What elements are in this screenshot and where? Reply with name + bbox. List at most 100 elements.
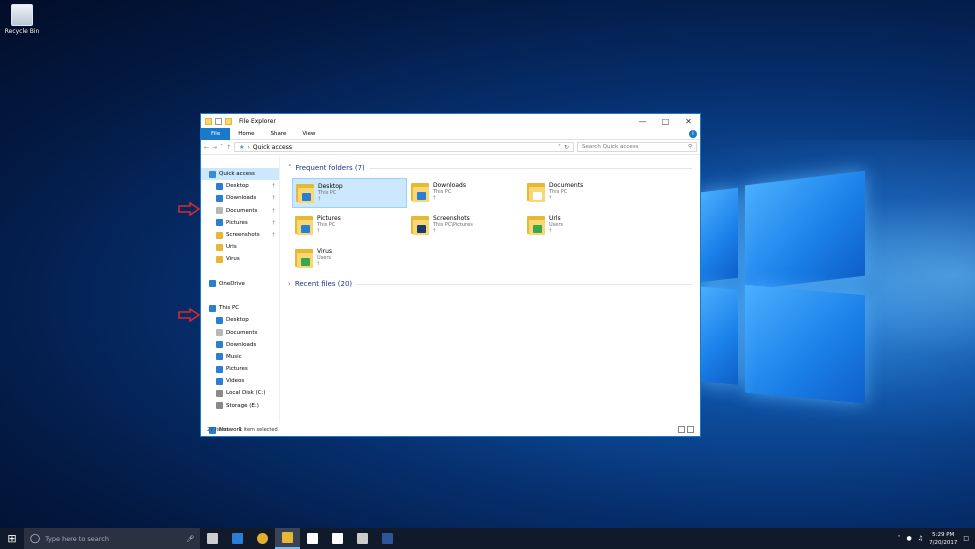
pin-icon: †	[272, 219, 276, 226]
folder-tile[interactable]: Virus Users †	[292, 244, 407, 274]
recent-locations-icon[interactable]: ˅	[220, 144, 223, 151]
nav-item[interactable]: This PC	[201, 302, 279, 314]
folder-tile[interactable]: Urls Users †	[524, 211, 639, 241]
nav-item[interactable]: Desktop †	[201, 180, 279, 192]
group-title: Recent files (20)	[294, 280, 353, 288]
properties-icon[interactable]	[215, 117, 222, 125]
network-icon[interactable]: ●	[906, 535, 911, 542]
folder-name: Virus	[317, 248, 333, 255]
nav-item[interactable]: Quick access	[201, 168, 279, 181]
address-bar[interactable]: ★ › Quick access ˅ ↻	[234, 142, 574, 152]
nav-item-label: Downloads	[226, 195, 257, 202]
red-arrow-icon	[178, 202, 200, 216]
chrome-taskbar-button[interactable]	[250, 528, 275, 549]
drive-icon	[216, 389, 223, 397]
content-pane[interactable]: ˅ Frequent folders (7) Desktop This PC † Do…	[280, 157, 700, 423]
folder-icon	[295, 246, 313, 268]
new-folder-icon[interactable]	[225, 117, 232, 125]
folder-icon	[216, 243, 223, 251]
title-bar[interactable]: File Explorer — □ ✕	[201, 114, 700, 128]
volume-icon[interactable]: ♫	[918, 535, 923, 542]
folder-tile[interactable]: Downloads This PC †	[408, 178, 523, 208]
taskbar-search-input[interactable]: ◯ Type here to search 🎤︎	[24, 528, 200, 549]
breadcrumb[interactable]: Quick access	[253, 144, 292, 151]
status-bar: 27 items 1 item selected	[201, 423, 700, 436]
notifications-icon[interactable]: □	[963, 535, 969, 542]
clock[interactable]: 5:29 PM 7/20/2017	[929, 531, 957, 547]
nav-item[interactable]: OneDrive	[201, 278, 279, 290]
maximize-icon[interactable]: □	[654, 114, 677, 128]
group-title: Frequent folders (7)	[295, 164, 365, 172]
help-icon[interactable]: i	[689, 129, 697, 138]
nav-item[interactable]: Downloads	[201, 339, 279, 351]
close-icon[interactable]: ✕	[677, 114, 700, 128]
minimize-icon[interactable]: —	[631, 114, 654, 128]
nav-item[interactable]: Downloads †	[201, 192, 279, 204]
large-icons-view-icon[interactable]	[687, 426, 694, 433]
folder-icon	[205, 117, 212, 125]
refresh-icon[interactable]: ↻	[564, 144, 569, 151]
recycle-bin-label: Recycle Bin	[4, 28, 40, 35]
nav-item-label: Quick access	[219, 171, 255, 178]
folder-icon	[411, 180, 429, 202]
download-icon	[216, 341, 223, 349]
nav-item[interactable]: Pictures †	[201, 217, 279, 229]
edge-taskbar-button[interactable]	[225, 528, 250, 549]
up-icon[interactable]: ↑	[226, 144, 231, 151]
nav-item[interactable]: Urls	[201, 241, 279, 253]
group-header-recent[interactable]: › Recent files (20)	[288, 278, 692, 290]
start-button[interactable]: ⊞	[0, 528, 24, 549]
nav-item[interactable]: Music	[201, 351, 279, 363]
nav-item-label: Virus	[226, 256, 240, 263]
nav-item[interactable]: Pictures	[201, 363, 279, 375]
back-icon[interactable]: ←	[204, 144, 209, 151]
group-header-frequent[interactable]: ˅ Frequent folders (7)	[288, 162, 692, 174]
mail-taskbar-button[interactable]	[325, 528, 350, 549]
music-icon	[216, 353, 223, 361]
file-explorer-taskbar-button[interactable]	[275, 528, 300, 549]
tab-view[interactable]: View	[294, 128, 323, 140]
word-taskbar-button[interactable]	[375, 528, 400, 549]
folder-tile[interactable]: Documents This PC †	[524, 178, 639, 208]
forward-icon[interactable]: →	[212, 144, 217, 151]
task-view-taskbar-button[interactable]	[200, 528, 225, 549]
microphone-icon[interactable]: 🎤︎	[186, 535, 194, 543]
pin-icon: †	[433, 195, 436, 201]
task-view-icon	[207, 533, 218, 544]
nav-item[interactable]: Storage (E:)	[201, 400, 279, 412]
folder-icon	[295, 213, 313, 235]
navigation-pane[interactable]: Quick access Desktop † Downloads † Documents †…	[201, 157, 280, 434]
address-dropdown-icon[interactable]: ˅	[558, 144, 561, 151]
calculator-taskbar-button[interactable]	[350, 528, 375, 549]
chevron-up-icon[interactable]: ˄	[897, 535, 900, 542]
folder-tile[interactable]: Screenshots This PC\Pictures †	[408, 211, 523, 241]
details-view-icon[interactable]	[678, 426, 685, 433]
star-icon	[209, 170, 216, 178]
nav-item[interactable]: Videos	[201, 375, 279, 387]
pin-icon: †	[317, 228, 320, 234]
date: 7/20/2017	[929, 539, 958, 546]
search-input[interactable]: Search Quick access ⚲	[577, 142, 697, 152]
tab-file[interactable]: File	[201, 127, 231, 140]
folder-name: Documents	[549, 182, 584, 189]
nav-item[interactable]: Documents †	[201, 205, 279, 217]
calculator-icon	[357, 533, 368, 544]
tab-share[interactable]: Share	[262, 128, 294, 140]
store-taskbar-button[interactable]	[300, 528, 325, 549]
file-explorer-window[interactable]: File Explorer — □ ✕ File Home Share View…	[200, 113, 701, 437]
nav-item-label: Documents	[226, 207, 258, 214]
folder-tile[interactable]: Pictures This PC †	[292, 211, 407, 241]
computer-icon	[209, 304, 216, 312]
nav-item[interactable]: Desktop	[201, 314, 279, 326]
search-icon: ⚲	[687, 144, 692, 150]
tab-home[interactable]: Home	[230, 128, 262, 140]
nav-item[interactable]: Local Disk (C:)	[201, 387, 279, 399]
recycle-bin-shortcut[interactable]: Recycle Bin	[2, 4, 42, 35]
time: 5:29 PM	[932, 531, 955, 538]
nav-item[interactable]: Documents	[201, 326, 279, 338]
desktop-icon	[216, 182, 223, 190]
nav-item[interactable]: Virus	[201, 253, 279, 265]
nav-item[interactable]: Screenshots †	[201, 229, 279, 241]
folder-tile[interactable]: Desktop This PC †	[292, 178, 407, 208]
